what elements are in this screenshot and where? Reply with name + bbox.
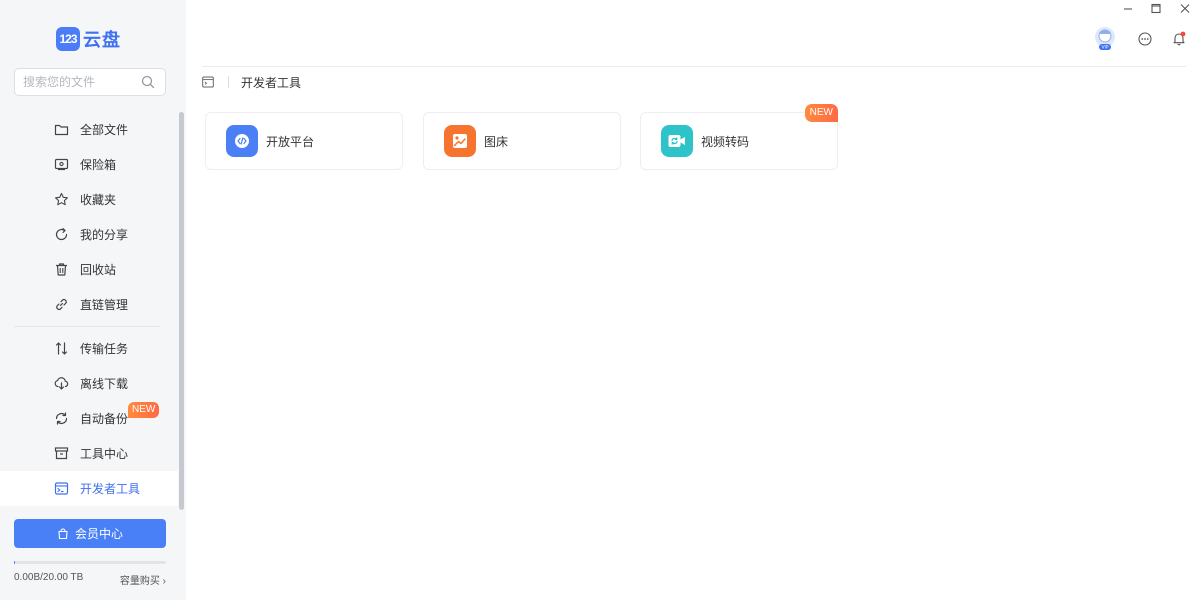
folder-icon: [54, 124, 69, 136]
sidebar-item-label: 工具中心: [80, 447, 129, 461]
sidebar-item-recycle-bin[interactable]: 回收站: [0, 252, 178, 287]
new-badge: NEW: [128, 402, 160, 418]
new-badge: NEW: [804, 104, 838, 122]
tool-card-label: 开放平台: [266, 134, 315, 149]
tool-card-label: 视频转码: [701, 134, 750, 149]
terminal-icon: [54, 482, 69, 495]
toolbox-icon: [54, 447, 69, 460]
sidebar-item-favorites[interactable]: 收藏夹: [0, 182, 178, 217]
sync-icon: [55, 412, 68, 425]
sidebar-item-label: 我的分享: [80, 228, 129, 242]
sidebar-item-tool-center[interactable]: 工具中心: [0, 436, 178, 471]
sidebar-item-transfers[interactable]: 传输任务: [0, 331, 178, 366]
sidebar-item-label: 直链管理: [80, 298, 129, 312]
search-box: [14, 68, 166, 96]
svg-text:VIP: VIP: [1101, 45, 1108, 51]
trash-icon: [56, 263, 67, 276]
buy-capacity-link[interactable]: 容量购买 ›: [120, 572, 166, 587]
sidebar-item-auto-backup[interactable]: 自动备份 NEW: [0, 401, 178, 436]
storage-progress: [14, 561, 166, 564]
sidebar-item-safe[interactable]: 保险箱: [0, 147, 178, 182]
sidebar-item-label: 传输任务: [80, 342, 129, 356]
sidebar-nav: 全部文件 保险箱 收藏夹 我的分享 回收站 直链管理 传输任务 离线下载 自动备…: [0, 112, 178, 506]
maximize-button[interactable]: [1148, 2, 1164, 16]
sidebar-item-direct-links[interactable]: 直链管理: [0, 287, 178, 322]
sidebar-scrollbar[interactable]: [179, 112, 184, 510]
more-options-icon[interactable]: [1138, 32, 1152, 46]
breadcrumb-separator: [228, 76, 229, 88]
vip-center-label: 会员中心: [74, 527, 123, 541]
sidebar-item-label: 收藏夹: [80, 193, 117, 207]
logo-text: 云盘: [83, 30, 121, 50]
search-input[interactable]: [23, 75, 133, 89]
breadcrumb: 开发者工具: [202, 74, 301, 90]
share-icon: [55, 227, 68, 241]
tool-card-open-platform[interactable]: 开放平台: [205, 112, 403, 170]
sidebar-item-my-shares[interactable]: 我的分享: [0, 217, 178, 252]
tool-card-video-transcode[interactable]: 视频转码 NEW: [640, 104, 838, 170]
app-logo[interactable]: 123 云盘: [56, 26, 121, 52]
breadcrumb-current: 开发者工具: [241, 75, 302, 90]
sidebar: 123 云盘 全部文件 保险箱 收藏夹: [0, 0, 186, 600]
safe-icon: [54, 158, 69, 171]
tool-card-image-hosting[interactable]: 图床: [423, 112, 621, 170]
image-icon: [444, 125, 476, 157]
storage-usage-text: 0.00B/20.00 TB: [14, 572, 84, 583]
notification-bell-icon[interactable]: [1172, 31, 1186, 46]
link-icon: [56, 299, 67, 310]
search-icon[interactable]: [141, 75, 155, 89]
close-button[interactable]: [1177, 2, 1193, 16]
star-icon: [55, 192, 68, 206]
sidebar-item-label: 离线下载: [80, 377, 129, 391]
vip-center-button[interactable]: 会员中心: [14, 519, 166, 548]
sidebar-divider: [14, 326, 160, 327]
buy-capacity-label: 容量购买: [119, 576, 160, 587]
download-cloud-icon: [54, 377, 69, 390]
sidebar-item-offline-download[interactable]: 离线下载: [0, 366, 178, 401]
vip-bag-icon: [58, 527, 68, 539]
video-convert-icon: [661, 125, 693, 157]
minimize-button[interactable]: [1120, 2, 1136, 16]
terminal-icon: [202, 76, 214, 88]
logo-mark: 123: [56, 27, 80, 51]
sidebar-item-label: 自动备份: [80, 412, 129, 426]
app-window: 123 云盘 全部文件 保险箱 收藏夹: [0, 0, 1200, 600]
sidebar-item-label: 回收站: [80, 263, 117, 277]
chevron-right-icon: ›: [162, 576, 166, 587]
sidebar-item-label: 全部文件: [80, 123, 129, 137]
tool-card-label: 图床: [484, 134, 509, 149]
sidebar-item-label: 开发者工具: [80, 482, 141, 496]
code-icon: [226, 125, 258, 157]
sidebar-item-all-files[interactable]: 全部文件: [0, 112, 178, 147]
storage-progress-fill: [14, 561, 15, 564]
transfer-icon: [55, 342, 68, 355]
sidebar-item-label: 保险箱: [80, 158, 117, 172]
sidebar-item-developer-tools[interactable]: 开发者工具: [0, 471, 178, 506]
header-divider: [202, 66, 1186, 67]
user-avatar-icon[interactable]: VIP: [1094, 26, 1116, 52]
